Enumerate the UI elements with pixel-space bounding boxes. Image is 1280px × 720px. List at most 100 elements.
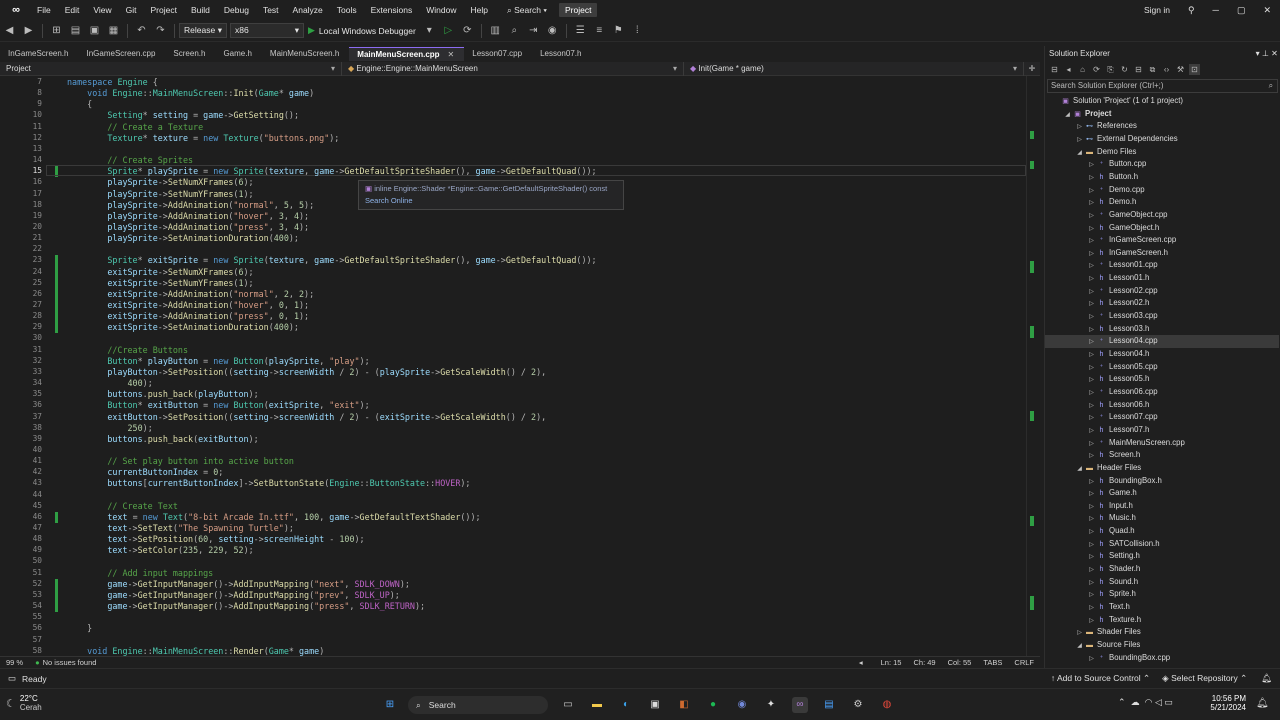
sync-icon[interactable]: ⟳ xyxy=(1091,64,1102,75)
menu-item-git[interactable]: Git xyxy=(119,0,144,20)
code-line[interactable]: exitSprite->SetNumXFrames(6); xyxy=(67,267,253,278)
code-line[interactable]: game->GetInputManager()->AddInputMapping… xyxy=(67,601,425,612)
tree-item[interactable]: ▷ h Lesson04.h xyxy=(1045,348,1279,361)
weather-widget[interactable]: ☾ 22°C Cerah xyxy=(6,694,42,712)
code-line[interactable]: playSprite->SetNumXFrames(6); xyxy=(67,177,253,188)
edge-browser-icon[interactable]: ◐ xyxy=(618,697,634,713)
diagnostics-icon[interactable]: ▥ xyxy=(489,24,502,37)
discord-icon[interactable]: ◉ xyxy=(734,697,750,713)
code-line[interactable]: Texture* texture = new Texture("buttons.… xyxy=(67,133,339,144)
code-line[interactable]: exitSprite->AddAnimation("normal", 2, 2)… xyxy=(67,289,314,300)
menu-item-project[interactable]: Project xyxy=(144,0,184,20)
tree-item[interactable]: ▷ h Button.h xyxy=(1045,171,1279,184)
tree-item[interactable]: ▷ ⁺ Lesson02.cpp xyxy=(1045,285,1279,298)
code-line[interactable]: // Create Sprites xyxy=(67,155,193,166)
tab-ingamescreen-h[interactable]: InGameScreen.h xyxy=(0,47,78,61)
undo-icon[interactable]: ↶ xyxy=(135,24,148,37)
tree-item[interactable]: ▷ h Demo.h xyxy=(1045,196,1279,209)
tree-item[interactable]: ◢ ▬ Header Files xyxy=(1045,462,1279,475)
comment-icon[interactable]: ⁞ xyxy=(631,24,644,37)
tree-item[interactable]: ▷ h Sound.h xyxy=(1045,576,1279,589)
hot-reload-icon[interactable]: ⟳ xyxy=(461,24,474,37)
code-line[interactable]: 400); xyxy=(67,378,153,389)
code-line[interactable]: //Create Buttons xyxy=(67,345,188,356)
code-line[interactable]: void Engine::MainMenuScreen::Render(Game… xyxy=(67,646,324,656)
project-scope-dropdown[interactable]: Project ▾ xyxy=(0,61,342,76)
tree-item[interactable]: ▷ h Lesson07.h xyxy=(1045,424,1279,437)
file-explorer-icon[interactable]: ▬ xyxy=(589,697,605,713)
search-menu[interactable]: ⌕ Search ▾ xyxy=(499,0,555,20)
tree-item[interactable]: ▷ ⁺ InGameScreen.cpp xyxy=(1045,234,1279,247)
code-line[interactable]: playSprite->AddAnimation("press", 3, 4); xyxy=(67,222,309,233)
properties-icon[interactable]: ⚒ xyxy=(1175,64,1186,75)
tree-item[interactable]: ▷ h Game.h xyxy=(1045,487,1279,500)
code-line[interactable]: playSprite->SetNumYFrames(1); xyxy=(67,189,253,200)
tree-item[interactable]: ▷ ⁺ MainMenuScreen.cpp xyxy=(1045,437,1279,450)
code-line[interactable]: exitSprite->AddAnimation("hover", 0, 1); xyxy=(67,300,309,311)
find-icon[interactable]: ⌕ xyxy=(508,24,521,37)
line-ending-indicator[interactable]: CRLF xyxy=(1008,658,1040,667)
save-all-icon[interactable]: ▦ xyxy=(107,24,120,37)
add-to-source-control-button[interactable]: ↑ Add to Source Control ⌃ xyxy=(1045,673,1156,684)
bookmark-icon[interactable]: ⚑ xyxy=(612,24,625,37)
tree-item[interactable]: ▷ h Sprite.h xyxy=(1045,588,1279,601)
tree-item[interactable]: ▷ h Music.h xyxy=(1045,512,1279,525)
menu-item-analyze[interactable]: Analyze xyxy=(286,0,330,20)
close-button[interactable]: ✕ xyxy=(1254,5,1280,16)
tree-item[interactable]: ▷ ⁺ BoundingBox.cpp xyxy=(1045,652,1279,665)
taskbar-search-box[interactable]: ⌕ Search xyxy=(408,696,548,714)
refresh-icon[interactable]: ↻ xyxy=(1119,64,1130,75)
task-view-icon[interactable]: ▭ xyxy=(560,697,576,713)
code-line[interactable]: buttons.push_back(playButton); xyxy=(67,389,258,400)
start-debugging-button[interactable]: ▶ Local Windows Debugger xyxy=(308,25,416,36)
tree-item[interactable]: ▷ h Text.h xyxy=(1045,601,1279,614)
pin-icon[interactable]: ⊥ xyxy=(1262,49,1269,58)
store-icon[interactable]: ▣ xyxy=(647,697,663,713)
navigate-back-icon[interactable]: ◀ xyxy=(3,24,16,37)
col-indicator[interactable]: Col: 55 xyxy=(942,658,978,667)
menu-item-edit[interactable]: Edit xyxy=(58,0,87,20)
notification-bell-icon[interactable]: 🔔︎ xyxy=(1256,698,1269,709)
code-line[interactable]: Button* exitButton = new Button(exitSpri… xyxy=(67,400,369,411)
code-line[interactable]: exitSprite->SetAnimationDuration(400); xyxy=(67,322,299,333)
horizontal-scroll-left-icon[interactable]: ◂ xyxy=(853,658,869,667)
tree-item[interactable]: ▷ ⁺ Lesson01.cpp xyxy=(1045,259,1279,272)
tabs-indicator[interactable]: TABS xyxy=(977,658,1008,667)
tree-item[interactable]: ▷ h Lesson02.h xyxy=(1045,297,1279,310)
menu-item-extensions[interactable]: Extensions xyxy=(364,0,420,20)
zoom-level[interactable]: 99 % xyxy=(0,658,29,667)
output-icon[interactable]: ▭ xyxy=(0,673,22,684)
align-right-icon[interactable]: ≡ xyxy=(593,24,606,37)
show-all-files-icon[interactable]: ⧉ xyxy=(1147,64,1158,75)
tab-lesson07-cpp[interactable]: Lesson07.cpp xyxy=(464,47,532,61)
menu-item-tools[interactable]: Tools xyxy=(330,0,364,20)
tree-item[interactable]: ◢ ▬ Source Files xyxy=(1045,639,1279,652)
solution-explorer-search-input[interactable]: Search Solution Explorer (Ctrl+;) ⌕ xyxy=(1047,79,1278,93)
code-line[interactable]: text->SetPosition(60, setting->screenHei… xyxy=(67,534,364,545)
tree-item[interactable]: ▷ h Lesson01.h xyxy=(1045,272,1279,285)
tab-game-h[interactable]: Game.h xyxy=(215,47,261,61)
code-line[interactable]: // Create Text xyxy=(67,501,178,512)
menu-item-file[interactable]: File xyxy=(30,0,58,20)
menu-item-build[interactable]: Build xyxy=(184,0,217,20)
code-line[interactable]: namespace Engine { xyxy=(67,77,158,88)
switch-views-icon[interactable]: ⊟ xyxy=(1049,64,1060,75)
tree-item[interactable]: ▷ h BoundingBox.h xyxy=(1045,475,1279,488)
view-code-icon[interactable]: ‹› xyxy=(1161,64,1172,75)
chrome-icon[interactable]: ◍ xyxy=(879,697,895,713)
select-repository-button[interactable]: ◈ Select Repository ⌃ xyxy=(1156,673,1253,684)
search-online-link[interactable]: Search Online xyxy=(365,195,617,207)
code-line[interactable]: Sprite* playSprite = new Sprite(texture,… xyxy=(67,166,596,177)
collapse-all-icon[interactable]: ⊟ xyxy=(1133,64,1144,75)
issues-indicator[interactable]: ● No issues found xyxy=(29,658,102,667)
code-line[interactable]: Sprite* exitSprite = new Sprite(texture,… xyxy=(67,255,596,266)
pin-icon[interactable]: ⚲ xyxy=(1179,5,1204,16)
navigate-forward-icon[interactable]: ▶ xyxy=(22,24,35,37)
close-icon[interactable]: ✕ xyxy=(1271,49,1278,58)
editor-vertical-scrollbar[interactable] xyxy=(1026,76,1040,656)
project-name-badge[interactable]: Project xyxy=(558,3,598,17)
tree-item[interactable]: ▷ ⁺ Lesson06.cpp xyxy=(1045,386,1279,399)
preview-icon[interactable]: ⊡ xyxy=(1189,64,1200,75)
notifications-icon[interactable]: 🔔︎ xyxy=(1253,673,1280,684)
tree-item[interactable]: ▷ ⁺ Lesson03.cpp xyxy=(1045,310,1279,323)
